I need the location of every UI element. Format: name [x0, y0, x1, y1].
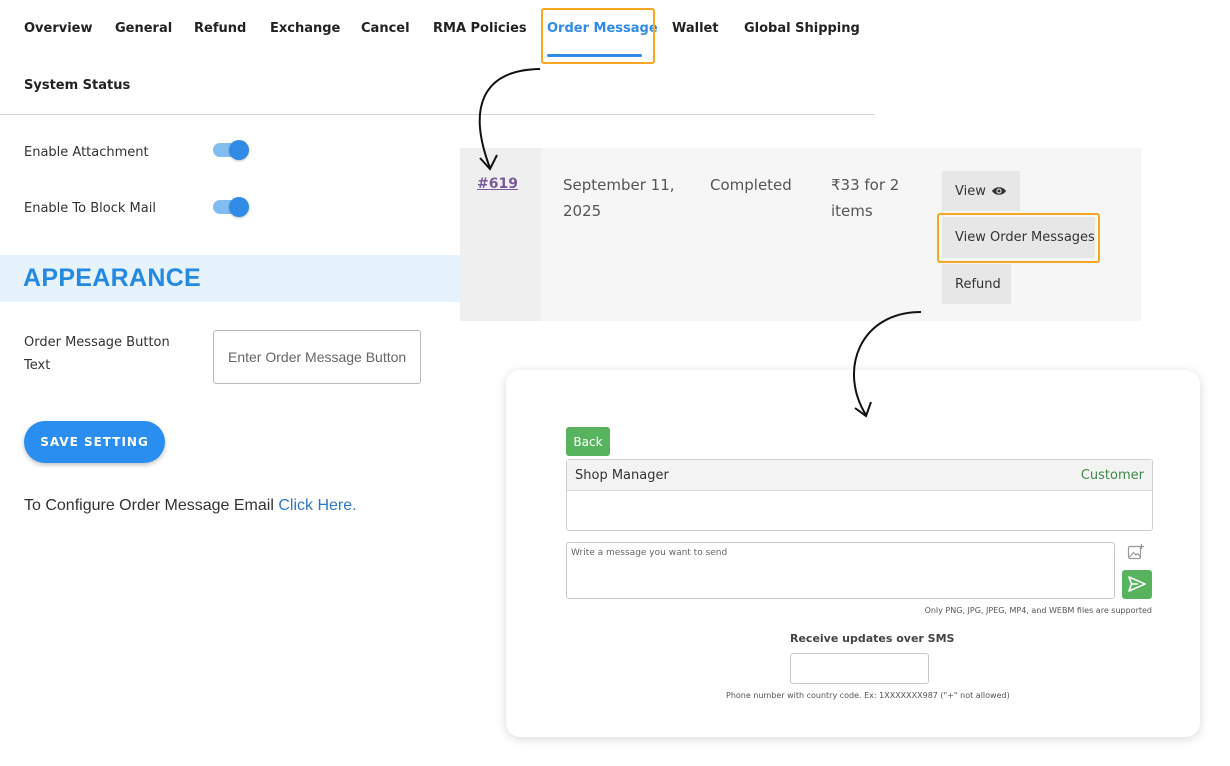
order-status: Completed: [710, 176, 792, 194]
sms-phone-note: Phone number with country code. Ex: 1XXX…: [726, 691, 1010, 700]
order-message-button-text-label: Order Message Button Text: [24, 335, 170, 373]
view-order-label: View: [955, 183, 986, 199]
order-date-line1: September 11,: [563, 176, 675, 194]
save-setting-button[interactable]: SAVE SETTING: [24, 421, 165, 463]
send-icon: [1128, 576, 1146, 592]
enable-attachment-toggle[interactable]: [213, 140, 249, 160]
back-button[interactable]: Back: [566, 427, 610, 456]
customer-label: Customer: [1080, 468, 1144, 483]
sms-updates-label: Receive updates over SMS: [790, 632, 955, 645]
tab-general[interactable]: General: [115, 21, 172, 36]
tab-wallet[interactable]: Wallet: [672, 21, 719, 36]
tab-exchange[interactable]: Exchange: [270, 21, 340, 36]
order-total: ₹33 for 2 items: [831, 172, 899, 224]
refund-button[interactable]: Refund: [942, 264, 1011, 304]
tab-global-shipping[interactable]: Global Shipping: [744, 21, 860, 36]
shop-manager-label: Shop Manager: [575, 468, 669, 483]
message-input[interactable]: [566, 542, 1115, 599]
configure-email-text: To Configure Order Message Email: [24, 497, 274, 514]
configure-email-line: To Configure Order Message Email Click H…: [24, 497, 357, 515]
order-total-line2: items: [831, 202, 873, 220]
order-total-line1: ₹33 for 2: [831, 176, 900, 194]
configure-email-link[interactable]: Click Here.: [278, 497, 356, 514]
tab-system-status[interactable]: System Status: [24, 78, 130, 93]
tab-rma-policies[interactable]: RMA Policies: [433, 21, 527, 36]
view-order-button[interactable]: View: [942, 171, 1020, 211]
order-number-column: [460, 148, 541, 321]
order-date-line2: 2025: [563, 202, 602, 220]
message-thread: Shop Manager Customer: [566, 459, 1153, 531]
sms-phone-input[interactable]: [790, 653, 929, 684]
tab-overview[interactable]: Overview: [24, 21, 93, 36]
tab-cancel[interactable]: Cancel: [361, 21, 410, 36]
enable-attachment-label: Enable Attachment: [24, 145, 149, 160]
tabs-divider: [0, 114, 875, 115]
enable-block-mail-label: Enable To Block Mail: [24, 201, 156, 216]
supported-files-note: Only PNG, JPG, JPEG, MP4, and WEBM files…: [924, 606, 1152, 615]
image-add-icon[interactable]: [1127, 543, 1145, 561]
tab-highlight-box: [541, 8, 655, 64]
order-message-button-text-input[interactable]: [213, 330, 421, 384]
order-date: September 11, 2025: [563, 172, 675, 224]
toggle-knob: [229, 197, 249, 217]
toggle-knob: [229, 140, 249, 160]
tab-refund[interactable]: Refund: [194, 21, 246, 36]
enable-block-mail-toggle[interactable]: [213, 197, 249, 217]
order-number-link[interactable]: #619: [477, 176, 518, 192]
view-messages-highlight-box: [937, 213, 1100, 263]
message-thread-header: Shop Manager Customer: [567, 460, 1152, 491]
send-button[interactable]: [1122, 570, 1152, 599]
eye-icon: [992, 187, 1006, 195]
appearance-title: APPEARANCE: [23, 264, 202, 292]
